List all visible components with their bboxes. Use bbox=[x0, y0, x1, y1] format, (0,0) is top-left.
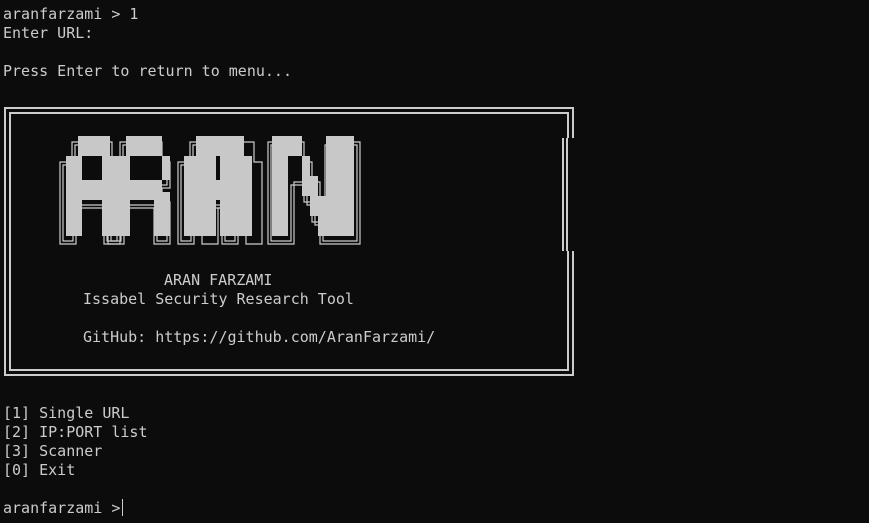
prompt-label: aranfarzami > bbox=[3, 499, 121, 517]
menu-item-single-url: [1] Single URL bbox=[3, 404, 130, 422]
enter-url-line: Enter URL: bbox=[3, 24, 94, 42]
banner-github-link: GitHub: https://github.com/AranFarzami/ bbox=[83, 328, 436, 346]
banner-subtitle: Issabel Security Research Tool bbox=[83, 290, 354, 308]
menu-item-exit: [0] Exit bbox=[3, 461, 76, 479]
text-cursor[interactable] bbox=[122, 499, 124, 516]
aran-ascii-logo bbox=[59, 136, 361, 245]
menu-item-ip-port-list: [2] IP:PORT list bbox=[3, 423, 148, 441]
command-prompt[interactable]: aranfarzami > bbox=[3, 499, 124, 518]
menu-item-scanner: [3] Scanner bbox=[3, 442, 103, 460]
banner-border-fragment bbox=[566, 138, 568, 251]
banner-border-fragment bbox=[562, 138, 564, 251]
press-enter-line: Press Enter to return to menu... bbox=[3, 62, 292, 80]
banner-author-name: ARAN FARZAMI bbox=[164, 271, 273, 289]
prompt-history-line: aranfarzami > 1 bbox=[3, 5, 139, 23]
